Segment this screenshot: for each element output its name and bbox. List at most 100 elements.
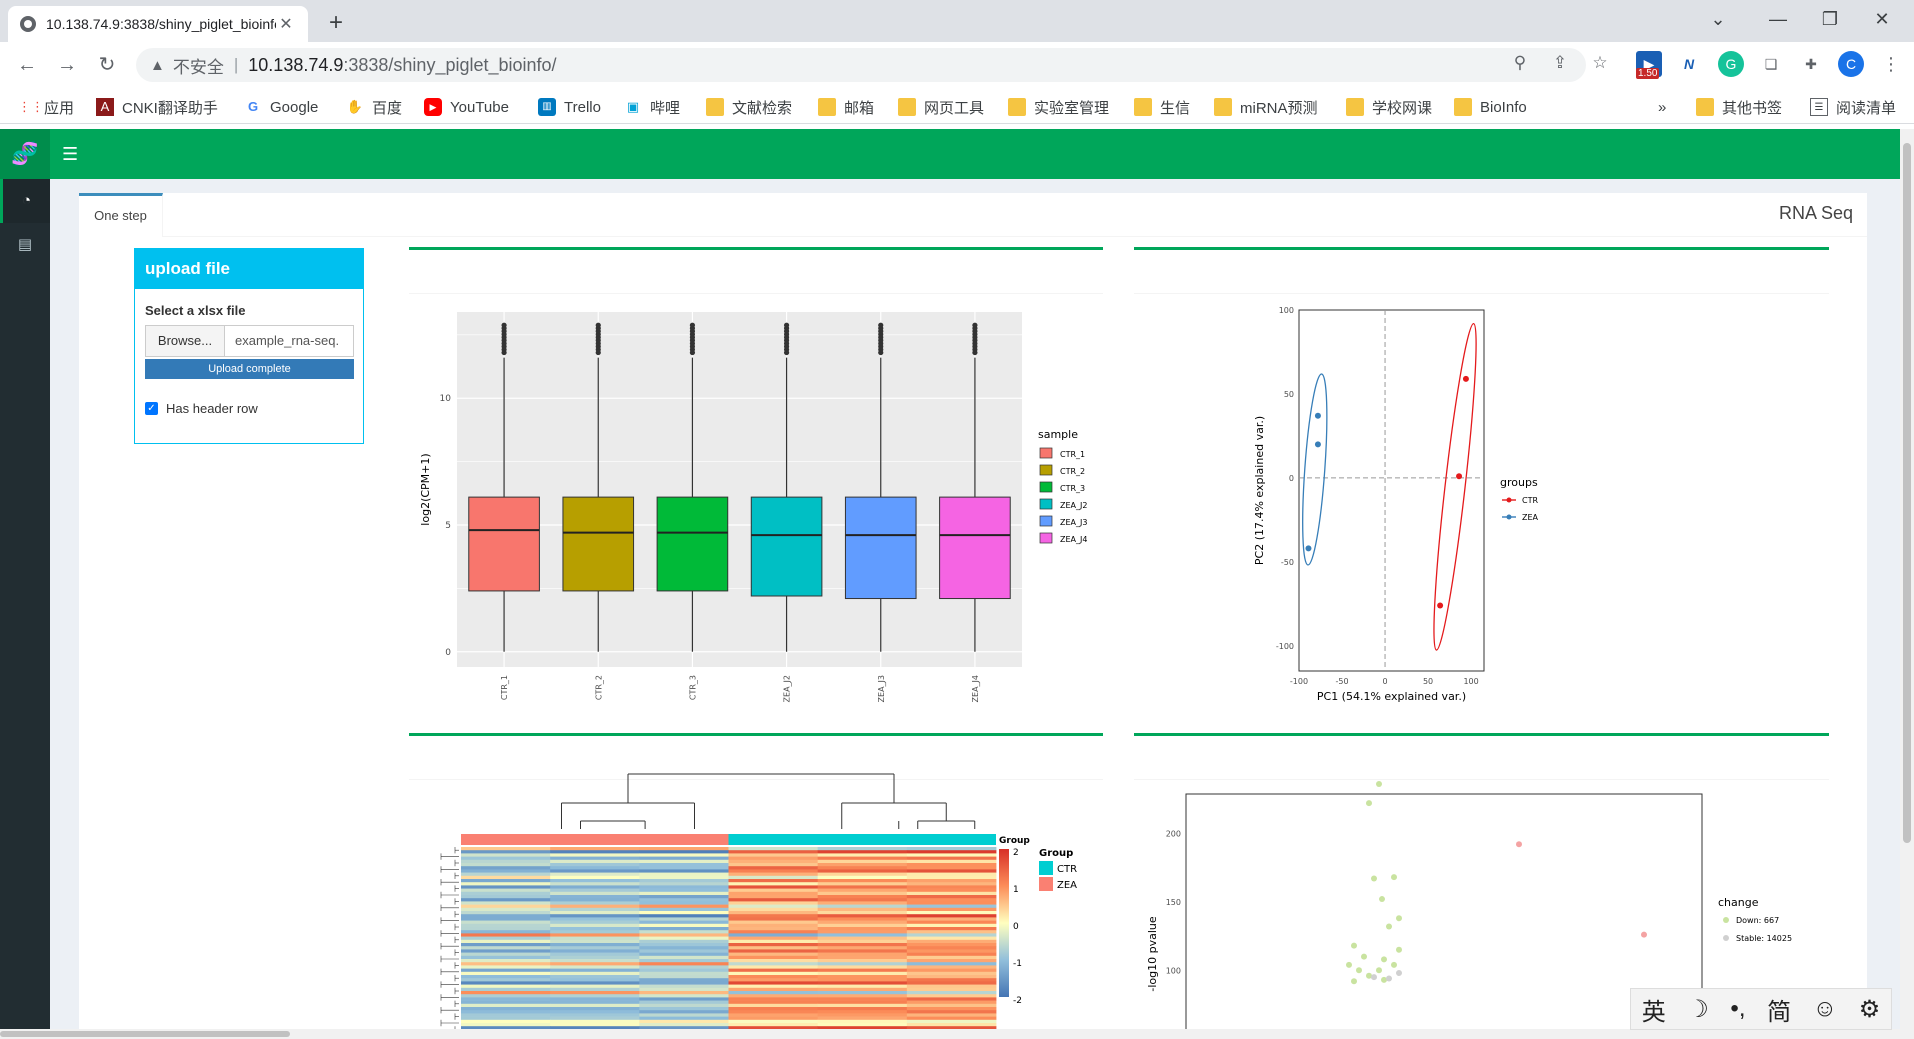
heatmap-cell <box>728 930 819 934</box>
heatmap-cell <box>906 994 997 998</box>
annotation-title: Group <box>999 836 1030 846</box>
new-tab-button[interactable]: + <box>322 9 350 37</box>
dna-logo-icon[interactable]: 🧬 <box>0 129 50 179</box>
reload-button[interactable]: ↻ <box>92 50 122 80</box>
minimize-button[interactable]: — <box>1756 4 1800 34</box>
heatmap-cell <box>550 978 640 982</box>
folder-icon <box>1134 98 1152 116</box>
bookmark-apps[interactable]: ⋮⋮ 应用 <box>18 96 74 118</box>
browser-tab[interactable]: 10.138.74.9:3838/shiny_piglet_bioinfo/ ✕ <box>8 6 308 42</box>
bookmarks-bar: ⋮⋮ 应用 A CNKI翻译助手 G Google ✋ 百度 ▶ YouTube ▥ Tre… <box>0 88 1914 124</box>
heatmap-cell <box>817 872 908 877</box>
scroll-thumb[interactable] <box>1903 143 1911 843</box>
heatmap-cell <box>728 927 819 931</box>
outlier-point <box>501 322 507 328</box>
other-bookmarks[interactable]: 其他书签 <box>1696 96 1782 118</box>
bookmark-label: 网页工具 <box>924 99 985 117</box>
address-bar[interactable]: ▲ 不安全 | 10.138.74.9:3838/shiny_piglet_bi… <box>136 48 1586 82</box>
app-header: 🧬 ☰ <box>0 129 1900 179</box>
grammarly-icon[interactable]: G <box>1718 51 1744 77</box>
extension-copy-icon[interactable]: ❏ <box>1758 51 1784 77</box>
volcano-point-down <box>1381 956 1387 963</box>
bookmark-folder[interactable]: BioInfo <box>1454 96 1527 118</box>
extensions-puzzle-icon[interactable]: ✚ <box>1798 51 1824 77</box>
folder-icon <box>1696 98 1714 116</box>
bookmark-bilibili[interactable]: ▣ 哔哩 <box>624 96 680 118</box>
legend-title: groups <box>1500 476 1538 489</box>
bookmark-folder[interactable]: 实验室管理 <box>1008 96 1109 118</box>
profile-avatar[interactable]: C <box>1838 51 1864 77</box>
bookmark-trello[interactable]: ▥ Trello <box>538 96 601 118</box>
heatmap-chart: Group 2 1 0 -1 -2 Group CTR ZEA <box>440 773 1077 1039</box>
bookmark-youtube[interactable]: ▶ YouTube <box>424 96 509 118</box>
bookmark-star-icon[interactable]: ☆ <box>1588 51 1612 75</box>
bookmark-folder[interactable]: 学校网课 <box>1346 96 1432 118</box>
horizontal-scrollbar[interactable] <box>0 1029 1900 1039</box>
bookmark-folder[interactable]: 邮箱 <box>818 96 874 118</box>
youtube-icon: ▶ <box>424 98 442 116</box>
extension-n-icon[interactable]: N <box>1676 51 1702 77</box>
heatmap-cell <box>639 904 729 909</box>
header-checkbox[interactable]: ✓ <box>145 402 158 415</box>
heatmap-cell <box>906 1013 997 1017</box>
punctuation-icon[interactable]: •, <box>1730 995 1745 1023</box>
heatmap-cell <box>728 939 819 944</box>
heatmap-cell <box>550 959 640 963</box>
back-button[interactable]: ← <box>12 50 42 80</box>
heatmap-cell <box>639 965 729 969</box>
sidebar-toggle-icon[interactable]: ☰ <box>62 144 78 165</box>
heatmap-cell <box>906 901 997 905</box>
tab-one-step[interactable]: One step <box>79 193 163 237</box>
tab-search-icon[interactable]: ⌄ <box>1696 4 1740 34</box>
heatmap-cell <box>639 882 729 886</box>
heatmap-cell <box>906 939 997 944</box>
heatmap-cell <box>639 866 729 870</box>
filename-field[interactable]: example_rna-seq. <box>224 325 354 357</box>
zoom-icon[interactable]: ⚲ <box>1508 51 1532 75</box>
tab-box: One step RNA Seq upload file Select a xl… <box>79 193 1867 1039</box>
share-icon[interactable]: ⇪ <box>1548 51 1572 75</box>
heatmap-cell <box>639 936 729 941</box>
browse-button[interactable]: Browse... <box>145 325 225 357</box>
scroll-thumb[interactable] <box>0 1031 290 1037</box>
heatmap-cell <box>728 911 819 915</box>
moon-icon[interactable]: ☽ <box>1687 995 1709 1024</box>
bookmark-folder[interactable]: miRNA预测 <box>1214 96 1318 118</box>
restore-button[interactable]: ❐ <box>1808 4 1852 34</box>
bookmark-google[interactable]: G Google <box>244 96 318 118</box>
bookmark-cnki[interactable]: A CNKI翻译助手 <box>96 96 218 118</box>
heatmap-cell <box>906 1016 997 1021</box>
heatmap-cell <box>461 923 551 928</box>
forward-button[interactable]: → <box>52 50 82 80</box>
ime-simplified-toggle[interactable]: 简 <box>1767 992 1791 1027</box>
heatmap-cell <box>817 911 908 915</box>
heatmap-cell <box>550 987 640 992</box>
header-checkbox-row[interactable]: ✓ Has header row <box>145 401 258 416</box>
vertical-scrollbar[interactable] <box>1900 129 1914 1039</box>
bookmarks-overflow-button[interactable]: » <box>1658 96 1666 118</box>
bookmark-folder[interactable]: 生信 <box>1134 96 1190 118</box>
heatmap-cell <box>728 994 819 998</box>
ime-language-toggle[interactable]: 英 <box>1642 992 1666 1027</box>
heatmap-cell <box>550 853 640 857</box>
reading-list[interactable]: ☰ 阅读清单 <box>1810 96 1896 118</box>
heatmap-cell <box>550 955 640 960</box>
bookmark-baidu[interactable]: ✋ 百度 <box>346 96 402 118</box>
close-window-button[interactable]: ✕ <box>1860 4 1904 34</box>
heatmap-cell <box>461 987 551 992</box>
heatmap-cell <box>817 943 908 947</box>
bookmark-folder[interactable]: 文献检索 <box>706 96 792 118</box>
sidebar-item-dashboard[interactable]: ◔ <box>0 179 50 223</box>
sidebar-item-file[interactable]: ▤ <box>0 223 50 267</box>
heatmap-cell <box>550 1013 640 1017</box>
heatmap-cell <box>728 863 819 867</box>
emoji-icon[interactable]: ☺ <box>1813 995 1838 1023</box>
settings-gear-icon[interactable]: ⚙ <box>1859 995 1881 1024</box>
bookmark-label: 应用 <box>44 99 75 117</box>
close-tab-icon[interactable]: ✕ <box>276 14 296 34</box>
menu-kebab-icon[interactable]: ⋮ <box>1878 51 1904 77</box>
upload-progress-bar: Upload complete <box>145 359 354 379</box>
bookmark-folder[interactable]: 网页工具 <box>898 96 984 118</box>
heatmap-cell <box>550 933 640 937</box>
heatmap-cell <box>817 888 908 893</box>
